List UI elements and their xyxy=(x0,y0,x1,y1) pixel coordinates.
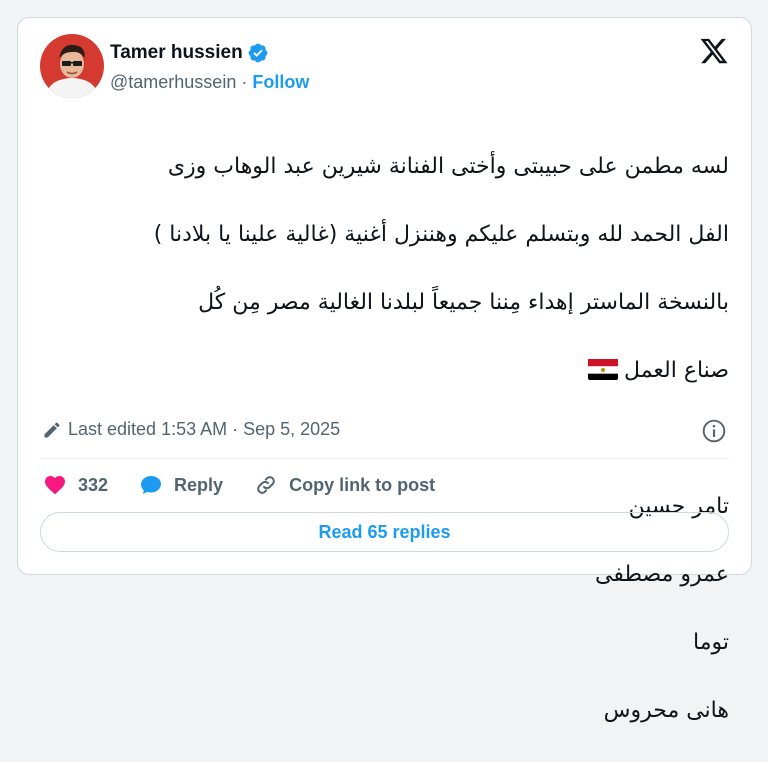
author-name[interactable]: Tamer hussien xyxy=(110,42,243,64)
credit-line: عمرو مصطفى xyxy=(595,562,729,587)
credit-line: توما xyxy=(693,630,729,655)
tweet-line: لسه مطمن على حبيبتى وأختى الفنانة شيرين … xyxy=(167,154,729,179)
divider xyxy=(40,458,729,459)
pencil-icon xyxy=(44,421,60,437)
reply-label: Reply xyxy=(174,474,224,495)
author-handle-row: @tamerhussein · Follow xyxy=(110,72,309,93)
reply-button[interactable]: Reply xyxy=(138,473,223,497)
credit-line: هانى محروس xyxy=(603,698,729,723)
link-icon xyxy=(257,476,275,494)
tweet-card: Tamer hussien @tamerhussein · Follow لسه… xyxy=(17,17,752,723)
x-logo-icon[interactable] xyxy=(699,36,729,66)
tweet-line-with-flag: صناع العمل xyxy=(40,354,729,388)
action-bar: 332 Reply Copy link to post xyxy=(42,470,465,500)
edited-row[interactable]: Last edited 1:53 AM · Sep 5, 2025 xyxy=(42,419,340,440)
verified-badge-icon xyxy=(248,43,268,63)
tweet-line: صناع العمل xyxy=(624,358,729,383)
info-icon[interactable] xyxy=(701,418,727,444)
heart-icon xyxy=(45,476,65,495)
like-button[interactable]: 332 xyxy=(42,473,108,497)
author-name-row: Tamer hussien xyxy=(110,42,269,64)
reply-bubble-icon xyxy=(141,476,162,494)
copy-link-button[interactable]: Copy link to post xyxy=(253,473,435,497)
egypt-flag-icon xyxy=(588,358,619,380)
tweet-line: الفل الحمد لله وبتسلم عليكم وهننزل أغنية… xyxy=(153,222,729,247)
edited-text: Last edited 1:53 AM · Sep 5, 2025 xyxy=(68,419,341,439)
author-handle[interactable]: @tamerhussein xyxy=(110,72,236,93)
follow-button[interactable]: Follow xyxy=(252,72,309,93)
handle-separator: · xyxy=(236,72,253,92)
tweet-line: بالنسخة الماستر إهداء مِننا جميعاً لبلدن… xyxy=(198,290,729,315)
avatar-photo xyxy=(40,34,104,98)
read-replies-button[interactable]: Read 65 replies xyxy=(40,512,729,552)
like-count: 332 xyxy=(78,474,109,495)
avatar[interactable] xyxy=(40,34,104,98)
read-replies-label: Read 65 replies xyxy=(318,521,451,542)
copy-link-label: Copy link to post xyxy=(289,474,436,495)
